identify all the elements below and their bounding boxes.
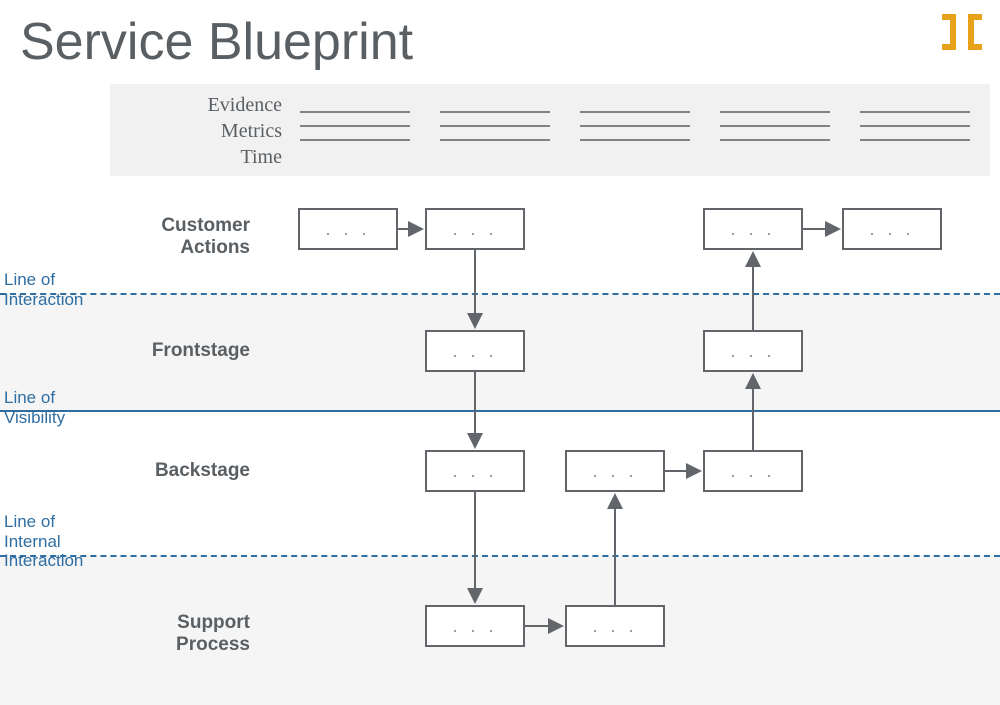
- box-customer-4: . . .: [703, 208, 803, 250]
- separator-label-interaction: Line of Interaction: [4, 270, 83, 309]
- box-backstage-4: . . .: [703, 450, 803, 492]
- box-support-2: . . .: [425, 605, 525, 647]
- box-backstage-2: . . .: [425, 450, 525, 492]
- row-label-support: Support Process: [0, 612, 250, 656]
- row-label-customer: Customer Actions: [0, 215, 250, 259]
- row-label-frontstage: Frontstage: [0, 340, 250, 362]
- box-frontstage-2: . . .: [425, 330, 525, 372]
- header-fill-lines: [300, 106, 980, 166]
- box-backstage-3: . . .: [565, 450, 665, 492]
- separator-line-visibility: [0, 410, 1000, 412]
- brand-logo-icon: [942, 14, 982, 55]
- box-customer-2: . . .: [425, 208, 525, 250]
- separator-line-internal: [0, 555, 1000, 557]
- header-labels: Evidence Metrics Time: [142, 92, 282, 170]
- separator-label-internal: Line of Internal Interaction: [4, 512, 83, 571]
- box-customer-1: . . .: [298, 208, 398, 250]
- box-support-3: . . .: [565, 605, 665, 647]
- row-label-backstage: Backstage: [0, 460, 250, 482]
- header-label-time: Time: [142, 144, 282, 170]
- page-title: Service Blueprint: [20, 12, 413, 72]
- separator-line-interaction: [0, 293, 1000, 295]
- header-label-evidence: Evidence: [142, 92, 282, 118]
- header-label-metrics: Metrics: [142, 118, 282, 144]
- separator-label-visibility: Line of Visibility: [4, 388, 65, 427]
- box-customer-5: . . .: [842, 208, 942, 250]
- box-frontstage-4: . . .: [703, 330, 803, 372]
